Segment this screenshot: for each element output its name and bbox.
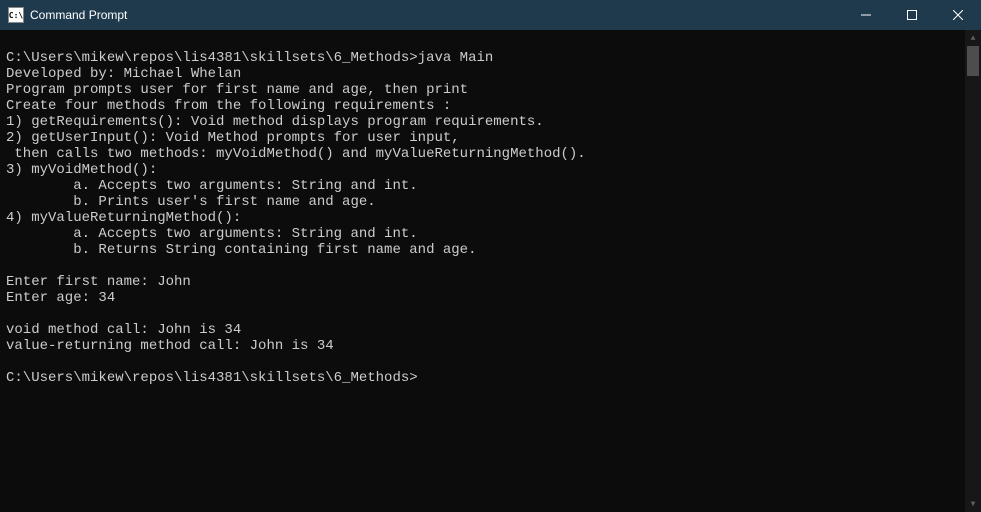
scrollbar[interactable]: ▲ ▼ — [965, 30, 981, 512]
titlebar[interactable]: C:\ Command Prompt — [0, 0, 981, 30]
window-controls — [843, 0, 981, 30]
terminal-output: C:\Users\mikew\repos\lis4381\skillsets\6… — [6, 34, 981, 386]
scroll-thumb[interactable] — [967, 46, 979, 76]
app-icon: C:\ — [8, 7, 24, 23]
maximize-button[interactable] — [889, 0, 935, 30]
close-button[interactable] — [935, 0, 981, 30]
window-title: Command Prompt — [30, 8, 843, 22]
minimize-button[interactable] — [843, 0, 889, 30]
scroll-up-arrow[interactable]: ▲ — [965, 30, 981, 46]
scroll-down-arrow[interactable]: ▼ — [965, 496, 981, 512]
command-prompt-window: C:\ Command Prompt C:\Users\mikew\repos\… — [0, 0, 981, 512]
terminal-body[interactable]: C:\Users\mikew\repos\lis4381\skillsets\6… — [0, 30, 981, 512]
